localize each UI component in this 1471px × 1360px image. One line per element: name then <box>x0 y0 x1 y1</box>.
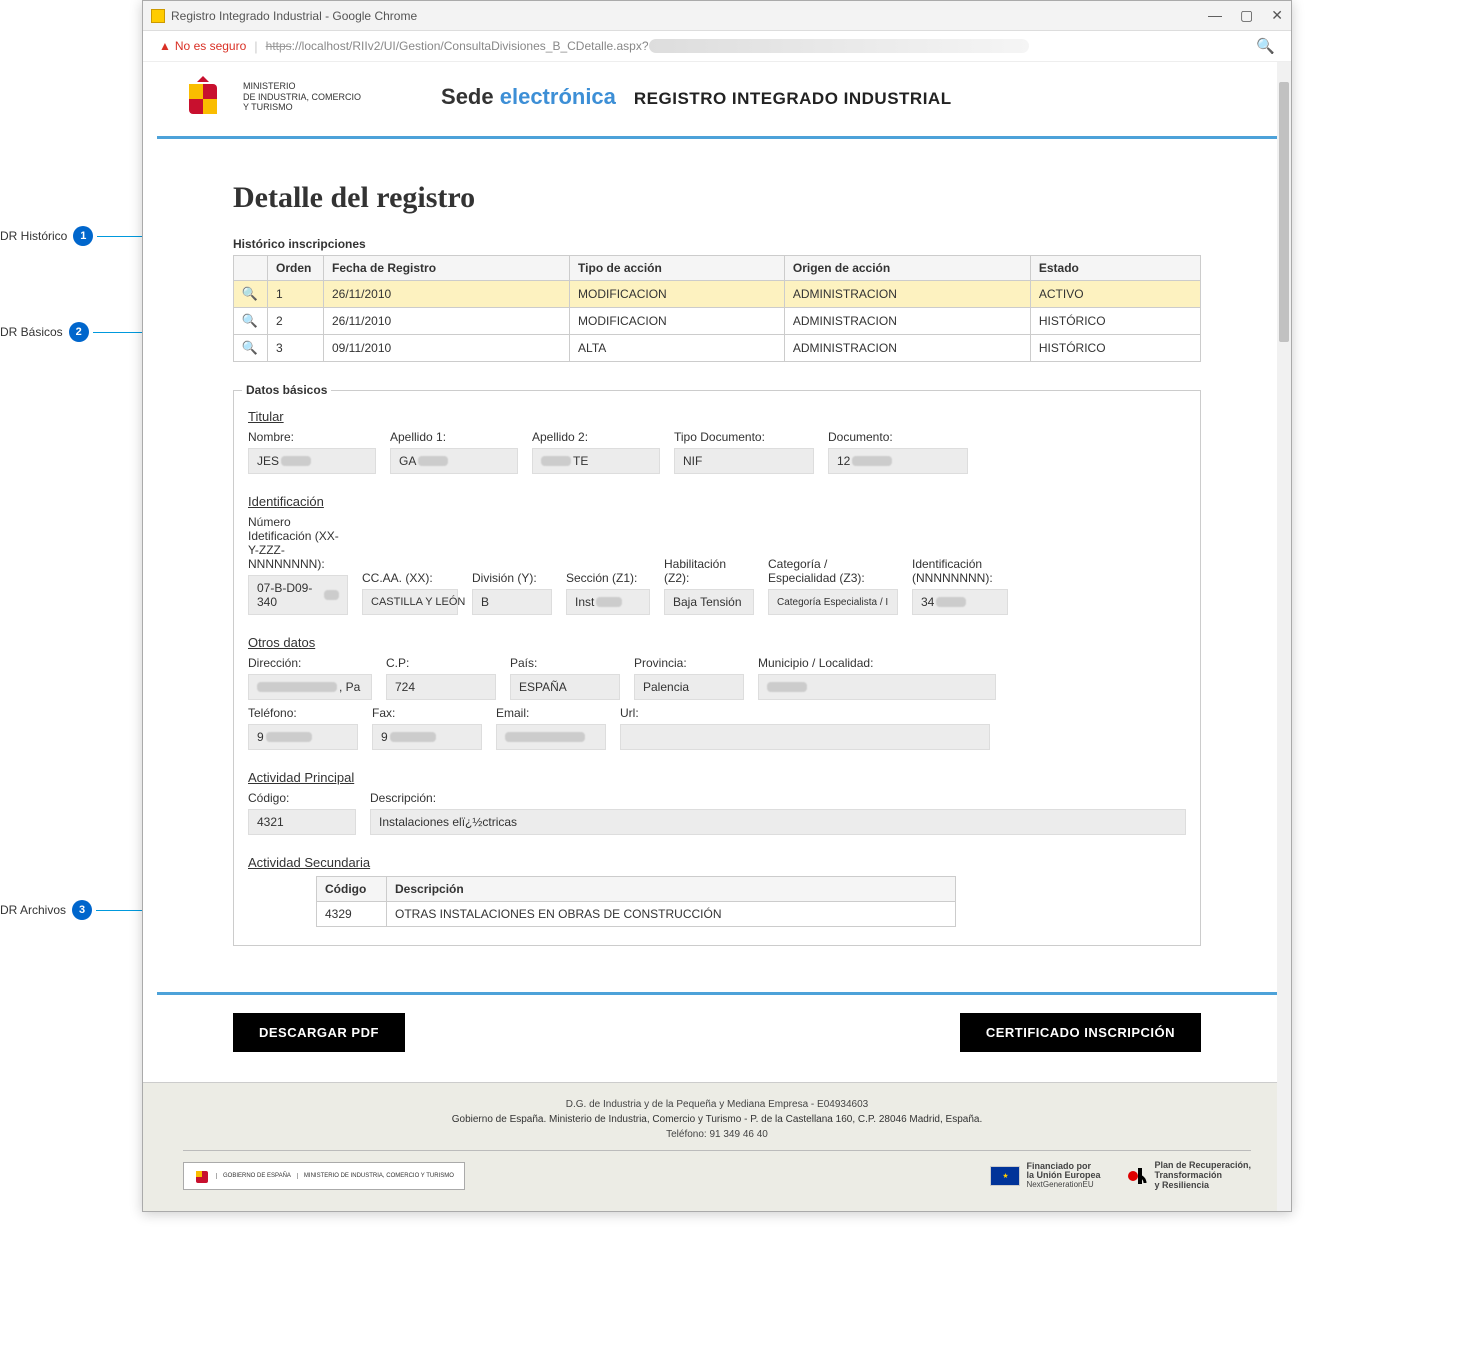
hist-label: Histórico inscripciones <box>233 237 1201 251</box>
annot-label-2: DR Básicos <box>0 325 69 339</box>
apellido1-field: GA <box>390 448 518 474</box>
rii-title: REGISTRO INTEGRADO INDUSTRIAL <box>634 89 952 109</box>
actsec-table: Código Descripción 4329 OTRAS INSTALACIO… <box>316 876 956 927</box>
favicon <box>151 9 165 23</box>
detail-icon[interactable]: 🔍 <box>242 340 258 356</box>
certificado-button[interactable]: CERTIFICADO INSCRIPCIÓN <box>960 1013 1201 1052</box>
detail-icon[interactable]: 🔍 <box>242 286 258 302</box>
fieldset-legend: Datos básicos <box>242 383 331 397</box>
addressbar: ▲ No es seguro | https://localhost/RIIv2… <box>143 31 1291 62</box>
seccion-field: Inst <box>566 589 650 615</box>
minimize-button[interactable]: — <box>1208 7 1222 24</box>
ccaa-field: CASTILLA Y LEÓN <box>362 589 458 615</box>
annot-num-3: 3 <box>72 900 92 920</box>
titlebar: Registro Integrado Industrial - Google C… <box>143 1 1291 31</box>
idnum-field: 34 <box>912 589 1008 615</box>
hist-table: Orden Fecha de Registro Tipo de acción O… <box>233 255 1201 362</box>
col-orden: Orden <box>268 256 324 281</box>
prtr-logo: Plan de Recuperación,Transformacióny Res… <box>1126 1161 1251 1191</box>
prtr-icon <box>1126 1165 1148 1187</box>
maximize-button[interactable]: ▢ <box>1240 7 1253 24</box>
page-title: Detalle del registro <box>233 181 1201 215</box>
numid-field: 07-B-D09-340 <box>248 575 348 615</box>
annot-num-1: 1 <box>73 226 93 246</box>
telefono-field: 9 <box>248 724 358 750</box>
categoria-field: Categoría Especialista / I <box>768 589 898 615</box>
email-field <box>496 724 606 750</box>
actprin-head: Actividad Principal <box>248 770 1186 785</box>
sede-title: Sede electrónica <box>441 84 616 110</box>
eu-flag-icon <box>990 1166 1020 1186</box>
table-row[interactable]: 🔍 1 26/11/2010 MODIFICACION ADMINISTRACI… <box>234 281 1201 308</box>
annot-num-2: 2 <box>69 322 89 342</box>
nombre-field: JES <box>248 448 376 474</box>
actprin-desc-field: Instalaciones elï¿½ctricas <box>370 809 1186 835</box>
url-text[interactable]: https://localhost/RIIv2/UI/Gestion/Consu… <box>266 39 1029 54</box>
ministerio-text: MINISTERIO DE INDUSTRIA, COMERCIO Y TURI… <box>243 81 361 113</box>
municipio-field <box>758 674 996 700</box>
direccion-field: , Pa <box>248 674 372 700</box>
annot-label-3: DR Archivos <box>0 903 72 917</box>
actprin-codigo-field: 4321 <box>248 809 356 835</box>
close-button[interactable]: ✕ <box>1271 7 1283 24</box>
datos-basicos-fieldset: Datos básicos Titular Nombre:JES Apellid… <box>233 390 1201 946</box>
url-field <box>620 724 990 750</box>
division-field: B <box>472 589 552 615</box>
titular-head: Titular <box>248 409 1186 424</box>
fax-field: 9 <box>372 724 482 750</box>
footer: D.G. de Industria y de la Pequeña y Medi… <box>143 1082 1291 1211</box>
page: MINISTERIO DE INDUSTRIA, COMERCIO Y TURI… <box>143 62 1291 1211</box>
gobierno-logo: GOBIERNO DE ESPAÑA MINISTERIO DE INDUSTR… <box>183 1162 465 1190</box>
coat-of-arms-icon <box>183 74 223 120</box>
apellido2-field: TE <box>532 448 660 474</box>
documento-field: 12 <box>828 448 968 474</box>
annot-label-1: DR Histórico <box>0 229 73 243</box>
descargar-pdf-button[interactable]: DESCARGAR PDF <box>233 1013 405 1052</box>
col-origen: Origen de acción <box>784 256 1030 281</box>
col-tipo: Tipo de acción <box>570 256 785 281</box>
divider <box>157 992 1277 995</box>
browser-window: Registro Integrado Industrial - Google C… <box>142 0 1292 1212</box>
habilitacion-field: Baja Tensión <box>664 589 754 615</box>
prov-field: Palencia <box>634 674 744 700</box>
table-row[interactable]: 🔍 2 26/11/2010 MODIFICACION ADMINISTRACI… <box>234 308 1201 335</box>
col-fecha: Fecha de Registro <box>324 256 570 281</box>
otros-head: Otros datos <box>248 635 1186 650</box>
scrollbar[interactable] <box>1277 62 1291 1211</box>
window-title: Registro Integrado Industrial - Google C… <box>171 9 417 23</box>
divider <box>157 136 1277 139</box>
pais-field: ESPAÑA <box>510 674 620 700</box>
cp-field: 724 <box>386 674 496 700</box>
table-row[interactable]: 🔍 3 09/11/2010 ALTA ADMINISTRACION HISTÓ… <box>234 335 1201 362</box>
tipodoc-field: NIF <box>674 448 814 474</box>
eu-logo: Financiado porla Unión EuropeaNextGenera… <box>990 1162 1100 1191</box>
detail-icon[interactable]: 🔍 <box>242 313 258 329</box>
col-estado: Estado <box>1030 256 1200 281</box>
search-icon[interactable]: 🔍 <box>1256 37 1275 55</box>
insecure-badge: ▲ No es seguro <box>159 39 246 53</box>
ident-head: Identificación <box>248 494 1186 509</box>
table-row: 4329 OTRAS INSTALACIONES EN OBRAS DE CON… <box>317 902 956 927</box>
site-header: MINISTERIO DE INDUSTRIA, COMERCIO Y TURI… <box>143 62 1291 132</box>
actsec-head: Actividad Secundaria <box>248 855 1186 870</box>
